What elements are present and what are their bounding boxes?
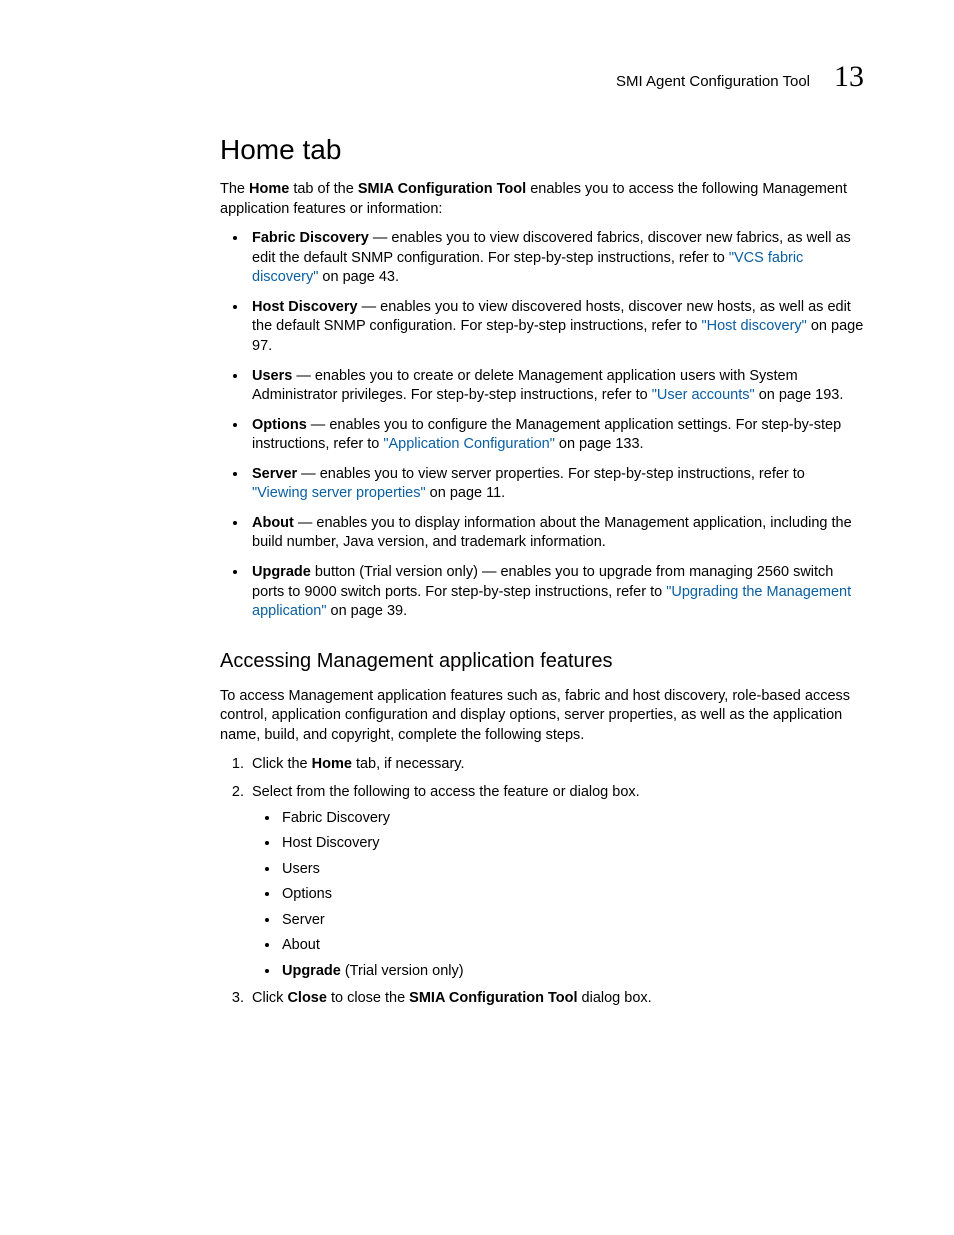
text-bold: SMIA Configuration Tool [409,990,577,1006]
text: on page 133. [555,436,644,452]
list-item: Upgrade (Trial version only) [280,962,864,982]
text: Select from the following to access the … [252,784,640,800]
list-item: Host Discovery [280,834,864,854]
text: Click [252,990,287,1006]
text: on page 11. [426,485,506,501]
step-item: Click Close to close the SMIA Configurat… [248,989,864,1009]
text-bold: SMIA Configuration Tool [358,181,526,197]
term: Server [252,466,297,482]
text: dialog box. [578,990,652,1006]
text: (Trial version only) [341,963,464,979]
term: Options [252,417,307,433]
section-title: Home tab [220,134,864,166]
xref-link[interactable]: "Viewing server properties" [252,485,426,501]
list-item: Users [280,860,864,880]
text-bold: Upgrade [282,963,341,979]
text: Click the [252,756,312,772]
text-bold: Home [249,181,289,197]
list-item: About [280,936,864,956]
intro-paragraph: The Home tab of the SMIA Configuration T… [220,180,864,219]
chapter-number: 13 [834,60,864,94]
header-title: SMI Agent Configuration Tool [616,73,810,90]
step-item: Click the Home tab, if necessary. [248,755,864,775]
text: — enables you to display information abo… [252,515,852,551]
xref-link[interactable]: "Host discovery" [701,318,806,334]
text: tab of the [289,181,358,197]
text-bold: Home [312,756,352,772]
text: on page 193. [755,387,844,403]
term: Fabric Discovery [252,230,369,246]
steps-list: Click the Home tab, if necessary. Select… [220,755,864,1009]
list-item: Options [280,885,864,905]
page: SMI Agent Configuration Tool 13 Home tab… [0,0,954,1077]
subsection-title: Accessing Management application feature… [220,650,864,673]
step-item: Select from the following to access the … [248,783,864,982]
term: Host Discovery [252,299,358,315]
list-item: About — enables you to display informati… [248,514,864,553]
term: About [252,515,294,531]
content-area: Home tab The Home tab of the SMIA Config… [220,134,864,1009]
text: tab, if necessary. [352,756,465,772]
text: on page 39. [326,603,407,619]
term: Upgrade [252,564,311,580]
list-item: Users — enables you to create or delete … [248,367,864,406]
term: Users [252,368,292,384]
list-item: Server [280,911,864,931]
sub-feature-list: Fabric Discovery Host Discovery Users Op… [252,809,864,982]
list-item: Upgrade button (Trial version only) — en… [248,563,864,622]
subsection-intro: To access Management application feature… [220,687,864,746]
list-item: Fabric Discovery [280,809,864,829]
text: — enables you to view server properties.… [297,466,805,482]
xref-link[interactable]: "Application Configuration" [383,436,555,452]
list-item: Server — enables you to view server prop… [248,465,864,504]
text: to close the [327,990,409,1006]
list-item: Fabric Discovery — enables you to view d… [248,229,864,288]
text: on page 43. [318,269,399,285]
text-bold: Close [287,990,327,1006]
text: The [220,181,249,197]
feature-list: Fabric Discovery — enables you to view d… [220,229,864,622]
list-item: Host Discovery — enables you to view dis… [248,298,864,357]
xref-link[interactable]: "User accounts" [652,387,755,403]
list-item: Options — enables you to configure the M… [248,416,864,455]
page-header: SMI Agent Configuration Tool 13 [220,60,864,94]
